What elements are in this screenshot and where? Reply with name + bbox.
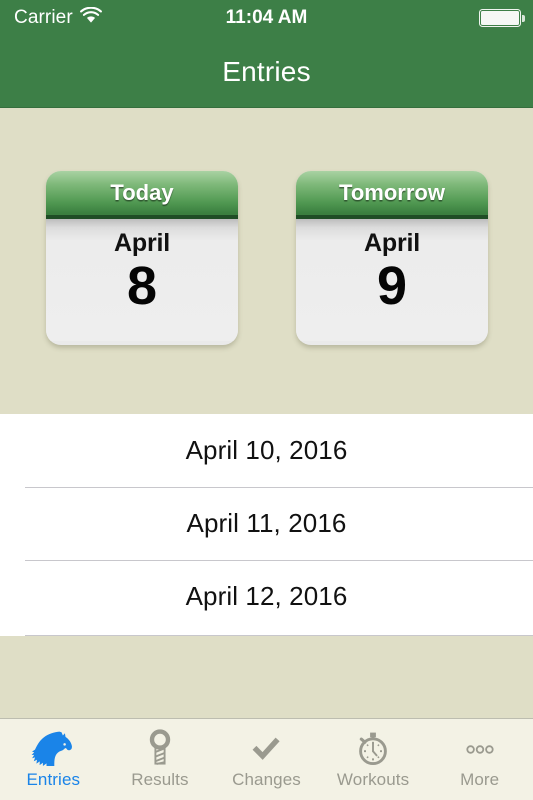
tab-bar: Entries Results Changes Workouts More [0,718,533,800]
tab-label: Workouts [336,770,410,789]
list-item-label: April 10, 2016 [185,435,348,465]
calendar-cards-section: Today April 8 Tomorrow April 9 [0,109,533,414]
calendar-card-month: April [114,229,170,257]
calendar-card-header-label: Today [110,180,174,205]
tab-label: Entries [26,770,81,789]
status-bar-clock: 11:04 AM [225,7,308,28]
navigation-bar: Entries [0,36,533,108]
horse-head-icon [27,727,79,769]
calendar-card-month: April [364,229,420,257]
date-list: April 10, 2016 April 11, 2016 April 12, … [0,414,533,636]
tab-label: More [460,770,500,789]
calendar-card-day: 8 [126,256,158,316]
tab-changes[interactable]: Changes [213,719,320,800]
calendar-card-tomorrow[interactable]: Tomorrow April 9 [296,171,488,345]
calendar-card-body: April 9 [296,219,488,341]
calendar-card-body: April 8 [46,219,238,341]
stopwatch-icon [347,727,399,769]
tab-entries[interactable]: Entries [0,719,107,800]
app-screen: Carrier 11:04 AM Entries Today April 8 T… [0,0,533,800]
list-item[interactable]: April 11, 2016 [0,487,533,560]
tab-label: Changes [232,770,301,789]
calendar-card-today[interactable]: Today April 8 [46,171,238,345]
three-dots-icon [454,727,506,769]
list-item-label: April 12, 2016 [185,581,348,611]
calendar-card-header: Tomorrow [296,171,488,219]
status-bar-right [479,0,525,36]
winning-post-icon [134,727,186,769]
list-item[interactable]: April 10, 2016 [0,414,533,487]
background-filler [0,636,533,718]
battery-full-icon [479,9,525,27]
calendar-card-header: Today [46,171,238,219]
calendar-card-day: 9 [376,256,408,316]
tab-label: Results [131,770,189,789]
list-item[interactable]: April 12, 2016 [0,560,533,633]
calendar-card-header-label: Tomorrow [339,180,445,205]
tab-more[interactable]: More [426,719,533,800]
tab-results[interactable]: Results [107,719,214,800]
tab-workouts[interactable]: Workouts [320,719,427,800]
list-item-label: April 11, 2016 [186,508,347,538]
status-bar: Carrier 11:04 AM [0,0,533,36]
page-title: Entries [222,55,311,87]
checkmark-icon [240,727,292,769]
